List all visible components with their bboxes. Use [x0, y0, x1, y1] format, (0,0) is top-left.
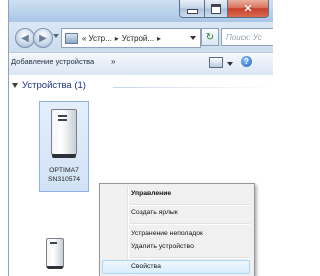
group-header[interactable]: Устройства (1): [12, 80, 86, 91]
device-item-selected[interactable]: OPTIMA7 SN310574: [39, 101, 89, 192]
recent-pages-dropdown[interactable]: [53, 34, 59, 38]
menu-item-remove-device[interactable]: Удалить устройство: [131, 243, 194, 250]
breadcrumb-separator[interactable]: ▸: [155, 34, 163, 43]
menu-highlight: [102, 260, 250, 274]
breadcrumb-separator[interactable]: ▸: [113, 34, 121, 43]
navigation-bar: ◀ ▶ « Устр... ▸ Устрой... ▸ ↻ Поиск: Ус: [9, 22, 273, 52]
device-name-line2: SN310574: [47, 175, 81, 183]
maximize-icon: [211, 3, 221, 14]
close-icon: ✕: [243, 3, 253, 15]
context-menu: Управление Создать ярлык Устранение непо…: [99, 183, 255, 276]
group-divider: [113, 87, 273, 88]
computer-icon: [51, 109, 77, 159]
breadcrumb-hardware[interactable]: Устр...: [87, 34, 112, 43]
back-button[interactable]: ◀: [15, 28, 35, 48]
control-panel-icon: [65, 32, 78, 44]
menu-separator: [130, 204, 250, 206]
forward-button[interactable]: ▶: [33, 28, 53, 48]
address-dropdown-icon[interactable]: [190, 36, 196, 40]
minimize-button[interactable]: [179, 0, 205, 18]
title-bar[interactable]: ✕: [9, 0, 273, 22]
view-dropdown-icon[interactable]: [227, 62, 233, 66]
menu-item-manage[interactable]: Управление: [131, 190, 171, 197]
breadcrumb-devices[interactable]: Устрой...: [121, 34, 155, 43]
close-button[interactable]: ✕: [228, 0, 269, 18]
add-device-button[interactable]: Добавление устройства: [11, 57, 94, 66]
window-controls: ✕: [179, 0, 269, 18]
menu-item-create-shortcut[interactable]: Создать ярлык: [131, 209, 178, 216]
menu-item-properties[interactable]: Свойства: [131, 263, 161, 270]
refresh-icon: ↻: [205, 31, 215, 43]
address-bar[interactable]: « Устр... ▸ Устрой... ▸: [61, 28, 201, 48]
search-input[interactable]: Поиск: Ус: [221, 28, 273, 46]
computer-icon[interactable]: [46, 238, 64, 270]
arrow-right-icon: ▶: [39, 32, 47, 44]
maximize-button[interactable]: [205, 0, 228, 18]
refresh-button[interactable]: ↻: [201, 28, 219, 46]
device-name-line1: OPTIMA7: [49, 167, 79, 174]
arrow-left-icon: ◀: [21, 32, 29, 44]
device-label: OPTIMA7 SN310574: [40, 167, 88, 184]
command-bar: Добавление устройства » ?: [9, 52, 273, 76]
view-options-icon[interactable]: [209, 57, 223, 68]
group-title: Устройства (1): [22, 80, 86, 91]
minimize-icon: [186, 9, 198, 14]
menu-item-troubleshoot[interactable]: Устранение неполадок: [131, 230, 203, 237]
collapse-icon[interactable]: [12, 82, 18, 88]
more-commands-button[interactable]: »: [111, 57, 115, 66]
menu-separator: [130, 223, 250, 225]
help-icon[interactable]: ?: [241, 56, 252, 67]
explorer-window: ✕ ◀ ▶ « Устр... ▸ Устрой... ▸ ↻ Поиск: У…: [8, 0, 273, 276]
menu-separator: [130, 257, 250, 259]
